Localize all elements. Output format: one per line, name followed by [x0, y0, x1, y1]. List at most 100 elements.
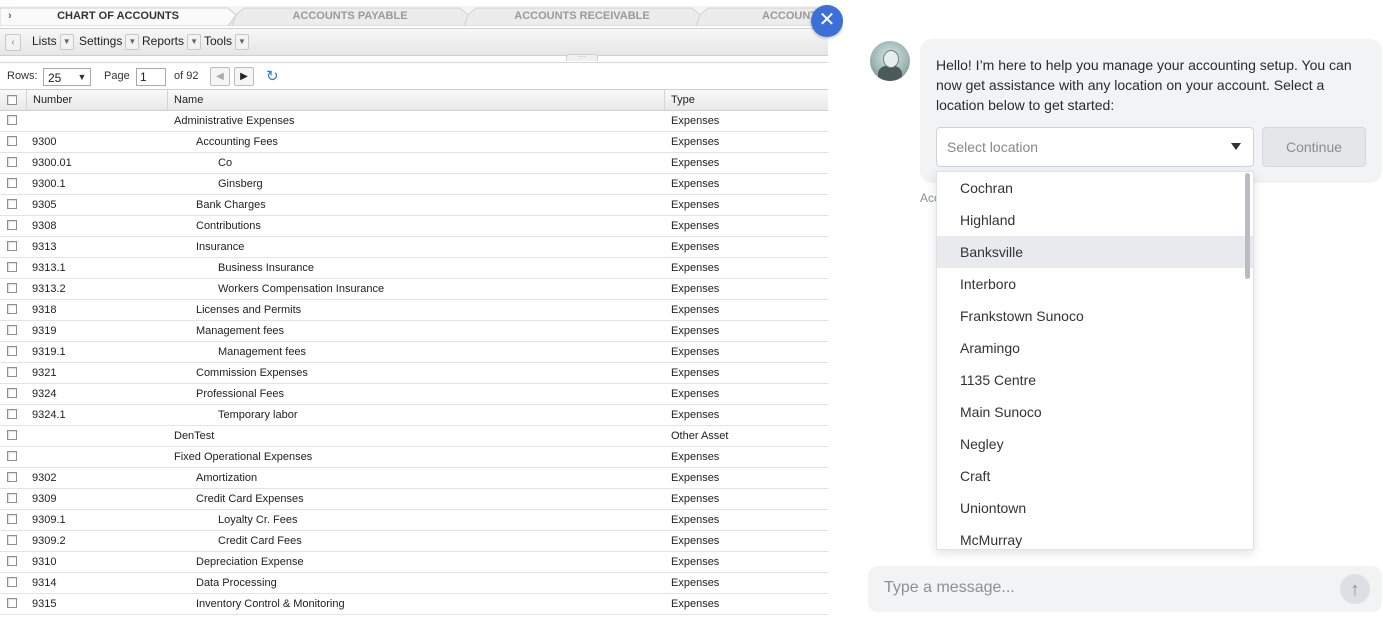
location-dropdown-list[interactable]: Cochran Highland Banksville Interboro Franks…: [936, 171, 1254, 550]
page-number-input[interactable]: 1: [136, 68, 166, 86]
location-option[interactable]: Negley: [937, 428, 1253, 460]
column-header-name[interactable]: Name: [168, 90, 665, 111]
dropdown-scrollbar[interactable]: [1245, 173, 1250, 279]
account-number-cell: 9321: [32, 367, 57, 379]
table-row[interactable]: 9309.1 Loyalty Cr. Fees Expenses: [0, 510, 828, 531]
location-option[interactable]: Interboro: [937, 268, 1253, 300]
row-checkbox[interactable]: [7, 115, 17, 125]
account-name-cell: Management fees: [196, 325, 285, 337]
table-row[interactable]: 9300.01 Co Expenses: [0, 153, 828, 174]
table-row[interactable]: 9313.1 Business Insurance Expenses: [0, 258, 828, 279]
continue-button[interactable]: Continue: [1262, 127, 1366, 167]
table-row[interactable]: 9305 Bank Charges Expenses: [0, 195, 828, 216]
row-checkbox[interactable]: [7, 430, 17, 440]
location-option[interactable]: Frankstown Sunoco: [937, 300, 1253, 332]
close-icon[interactable]: ✕: [811, 5, 843, 37]
table-row[interactable]: 9319 Management fees Expenses: [0, 321, 828, 342]
location-option[interactable]: McMurray: [937, 524, 1253, 549]
row-checkbox[interactable]: [7, 409, 17, 419]
table-row[interactable]: 9302 Amortization Expenses: [0, 468, 828, 489]
assistant-greeting-text: Hello! I’m here to help you manage your …: [936, 57, 1352, 113]
row-checkbox[interactable]: [7, 451, 17, 461]
table-row[interactable]: Administrative Expenses Expenses: [0, 111, 828, 132]
back-arrow-icon[interactable]: ‹: [5, 34, 21, 51]
location-option[interactable]: Highland: [937, 204, 1253, 236]
tab-accounts-payable[interactable]: ACCOUNTS PAYABLE: [248, 6, 452, 26]
table-row[interactable]: 9310 Depreciation Expense Expenses: [0, 552, 828, 573]
lists-menu[interactable]: Lists ▼: [32, 33, 74, 51]
table-row[interactable]: 9300 Accounting Fees Expenses: [0, 132, 828, 153]
column-header-number[interactable]: Number: [26, 90, 168, 111]
next-page-button[interactable]: ▶: [234, 67, 254, 86]
refresh-icon[interactable]: ↻: [266, 69, 279, 84]
tools-menu[interactable]: Tools ▼: [204, 33, 250, 51]
send-arrow-icon[interactable]: ↑: [1340, 574, 1370, 604]
row-checkbox[interactable]: [7, 136, 17, 146]
row-checkbox[interactable]: [7, 556, 17, 566]
row-checkbox[interactable]: [7, 178, 17, 188]
location-option[interactable]: Aramingo: [937, 332, 1253, 364]
row-checkbox[interactable]: [7, 220, 17, 230]
row-checkbox[interactable]: [7, 199, 17, 209]
table-row[interactable]: 9313 Insurance Expenses: [0, 237, 828, 258]
location-option[interactable]: Uniontown: [937, 492, 1253, 524]
account-type-cell: Expenses: [671, 472, 720, 484]
row-checkbox[interactable]: [7, 577, 17, 587]
chevron-down-icon: ▼: [59, 33, 74, 50]
location-option[interactable]: 1135 Centre: [937, 364, 1253, 396]
table-row[interactable]: 9321 Commission Expenses Expenses: [0, 363, 828, 384]
location-select[interactable]: Select location: [936, 127, 1254, 167]
row-checkbox[interactable]: [7, 535, 17, 545]
row-checkbox[interactable]: [7, 514, 17, 524]
row-checkbox[interactable]: [7, 283, 17, 293]
row-checkbox[interactable]: [7, 262, 17, 272]
row-checkbox[interactable]: [7, 493, 17, 503]
row-checkbox[interactable]: [7, 472, 17, 482]
tab-accounts-receivable[interactable]: ACCOUNTS RECEIVABLE: [480, 6, 684, 26]
prev-page-button[interactable]: ◀: [210, 67, 230, 86]
location-option[interactable]: Banksville: [937, 236, 1253, 268]
table-row[interactable]: 9300.1 Ginsberg Expenses: [0, 174, 828, 195]
row-checkbox[interactable]: [7, 388, 17, 398]
location-option[interactable]: Main Sunoco: [937, 396, 1253, 428]
table-row[interactable]: 9318 Licenses and Permits Expenses: [0, 300, 828, 321]
tab-bar: › CHART OF ACCOUNTS ACCOUNTS PAYABLE ACC…: [0, 6, 828, 26]
row-checkbox[interactable]: [7, 304, 17, 314]
account-type-cell: Expenses: [671, 388, 720, 400]
table-row[interactable]: 9313.2 Workers Compensation Insurance Expe…: [0, 279, 828, 300]
location-option[interactable]: Craft: [937, 460, 1253, 492]
tab-account-truncated[interactable]: ACCOUNT: [712, 6, 817, 26]
table-row[interactable]: 9324.1 Temporary labor Expenses: [0, 405, 828, 426]
table-row[interactable]: DenTest Other Asset: [0, 426, 828, 447]
select-all-checkbox[interactable]: [7, 95, 17, 105]
table-row[interactable]: 9315 Inventory Control & Monitoring Expens…: [0, 594, 828, 615]
location-select-placeholder: Select location: [947, 139, 1039, 155]
table-row[interactable]: Fixed Operational Expenses Expenses: [0, 447, 828, 468]
row-checkbox[interactable]: [7, 325, 17, 335]
table-row[interactable]: 9308 Contributions Expenses: [0, 216, 828, 237]
table-row[interactable]: 9309 Credit Card Expenses Expenses: [0, 489, 828, 510]
table-row[interactable]: 9324 Professional Fees Expenses: [0, 384, 828, 405]
tab-chart-of-accounts[interactable]: CHART OF ACCOUNTS: [20, 6, 216, 26]
panel-splitter-handle[interactable]: ····: [566, 54, 598, 61]
row-checkbox[interactable]: [7, 157, 17, 167]
row-checkbox[interactable]: [7, 241, 17, 251]
chevron-down-icon: ▼: [125, 33, 140, 50]
column-header-type[interactable]: Type: [665, 90, 828, 111]
row-checkbox[interactable]: [7, 346, 17, 356]
location-option[interactable]: Cochran: [937, 172, 1253, 204]
message-input[interactable]: Type a message...: [884, 579, 1015, 597]
chevron-down-icon: ▼: [77, 72, 87, 82]
table-row[interactable]: 9309.2 Credit Card Fees Expenses: [0, 531, 828, 552]
expand-arrow-icon[interactable]: ›: [8, 10, 12, 22]
account-number-cell: 9305: [32, 199, 57, 211]
reports-menu[interactable]: Reports ▼: [142, 33, 202, 51]
rows-per-page-select[interactable]: 25 ▼: [43, 68, 91, 86]
account-number-cell: 9319.1: [32, 346, 66, 358]
table-row[interactable]: 9314 Data Processing Expenses: [0, 573, 828, 594]
row-checkbox[interactable]: [7, 598, 17, 608]
row-checkbox[interactable]: [7, 367, 17, 377]
table-row[interactable]: 9319.1 Management fees Expenses: [0, 342, 828, 363]
account-number-cell: 9300.01: [32, 157, 72, 169]
settings-menu[interactable]: Settings ▼: [79, 33, 140, 51]
